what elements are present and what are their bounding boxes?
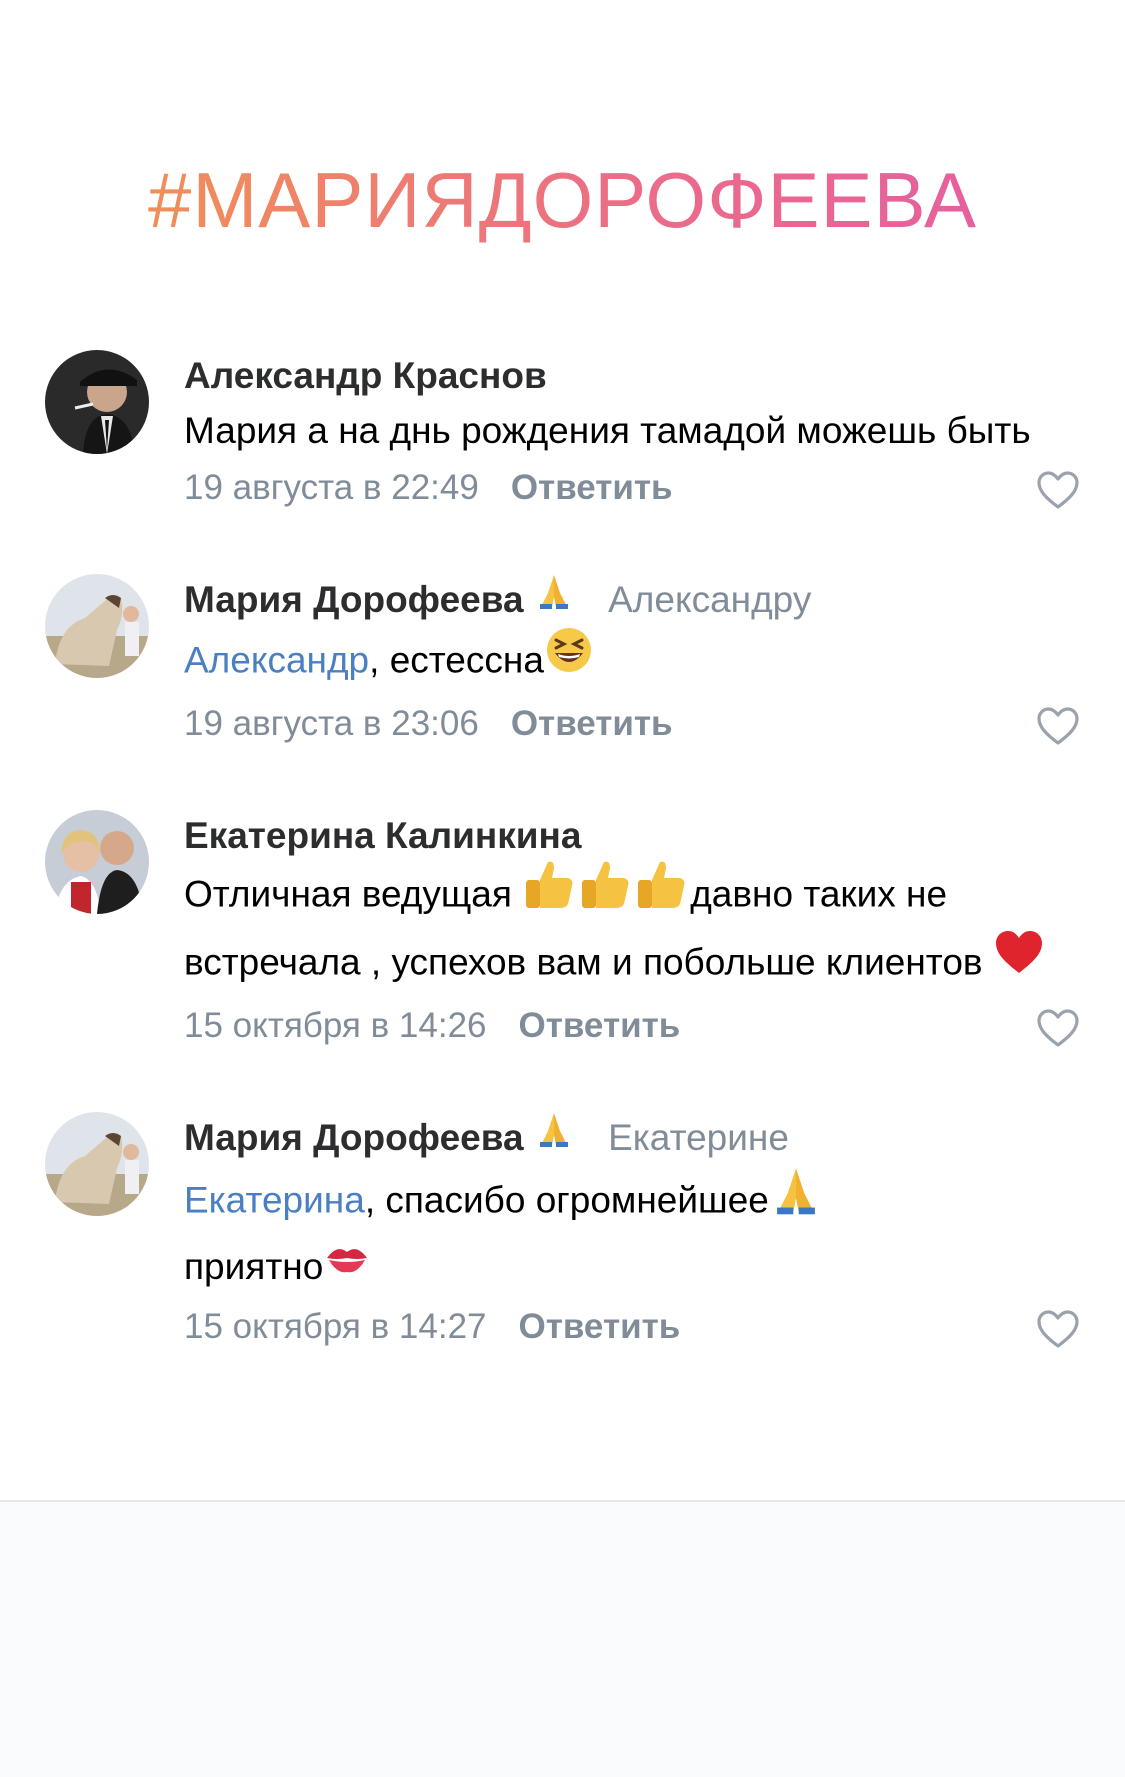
comment-date[interactable]: 15 октября в 14:27 (184, 1307, 487, 1346)
avatar[interactable] (45, 574, 149, 678)
comments-screen: #МАРИЯДОРОФЕЕВА Александр Краснов Мария … (0, 0, 1125, 1777)
author-name[interactable]: Мария Дорофеева (184, 579, 524, 620)
comment-item: Мария Дорофеева Екатерине Екатерина, спа… (0, 1112, 1125, 1354)
reply-to-label[interactable]: Екатерине (608, 1117, 789, 1158)
comment-text: Мария а на днь рождения тамадой можешь б… (184, 410, 1031, 451)
comment-text: Отличная ведущая давно таких не встречал… (184, 861, 1065, 998)
comment-header: Мария Дорофеева Екатерине (184, 1112, 1065, 1167)
thumbs-up-icon (522, 858, 578, 927)
comment-meta: 19 августа в 23:06 Ответить (184, 696, 1079, 752)
reply-button[interactable]: Ответить (519, 1006, 681, 1045)
mention-link[interactable]: Екатерина (184, 1180, 365, 1221)
heart-icon[interactable] (1036, 1309, 1080, 1349)
comment-text-body: приятно (184, 1246, 324, 1288)
comment-meta: 15 октября в 14:27 Ответить (184, 1299, 1079, 1355)
avatar[interactable] (45, 350, 149, 454)
grinning-squinting-face-icon (544, 625, 594, 692)
comment-date[interactable]: 19 августа в 23:06 (184, 704, 479, 743)
kiss-mark-icon (323, 1237, 371, 1295)
comment-header: Екатерина Калинкина (184, 810, 1065, 862)
reply-button[interactable]: Ответить (511, 704, 673, 743)
comment-item: Александр Краснов Мария а на днь рождени… (0, 350, 1125, 516)
author-name[interactable]: Екатерина Калинкина (184, 815, 581, 856)
reply-button[interactable]: Ответить (519, 1307, 681, 1346)
thumbs-up-icon (578, 858, 634, 927)
comment-item: Екатерина Калинкина Отличная ведущая дав… (0, 810, 1125, 1054)
folded-hands-icon (769, 1163, 823, 1234)
reply-to-label[interactable]: Александру (608, 579, 811, 620)
author-name[interactable]: Мария Дорофеева (184, 1117, 524, 1158)
folded-hands-icon (534, 1109, 574, 1163)
heart-icon[interactable] (1036, 470, 1080, 510)
heart-icon[interactable] (1036, 706, 1080, 746)
avatar[interactable] (45, 810, 149, 915)
avatar[interactable] (45, 1112, 149, 1217)
thumbs-up-icon (634, 858, 690, 927)
author-name[interactable]: Александр Краснов (184, 355, 547, 396)
comment-header: Александр Краснов (184, 350, 1065, 402)
comment-list: Александр Краснов Мария а на днь рождени… (0, 350, 1125, 1413)
comment-text-body: , спасибо огромнейшее (364, 1179, 769, 1221)
reply-button[interactable]: Ответить (511, 468, 673, 507)
comment-text-body: Отличная ведущая (184, 873, 523, 915)
comment-item: Мария Дорофеева Александру Александр, ес… (0, 574, 1125, 752)
comment-meta: 19 августа в 22:49 Ответить (184, 460, 1079, 516)
comment-text: Александр, естессна (184, 628, 1065, 696)
folded-hands-icon (534, 571, 574, 625)
hashtag-title: #МАРИЯДОРОФЕЕВА (0, 155, 1125, 245)
comment-date[interactable]: 15 октября в 14:26 (184, 1006, 487, 1045)
comment-header: Мария Дорофеева Александру (184, 574, 1065, 629)
comment-text-body: , естессна (369, 639, 544, 681)
comment-meta: 15 октября в 14:26 Ответить (184, 998, 1079, 1054)
heart-icon[interactable] (1036, 1008, 1080, 1048)
red-heart-icon (993, 927, 1045, 994)
comment-text: Екатерина, спасибо огромнейшее приятно (184, 1167, 1065, 1298)
bottom-area (0, 1502, 1125, 1777)
mention-link[interactable]: Александр (184, 640, 369, 681)
comment-date[interactable]: 19 августа в 22:49 (184, 468, 479, 507)
